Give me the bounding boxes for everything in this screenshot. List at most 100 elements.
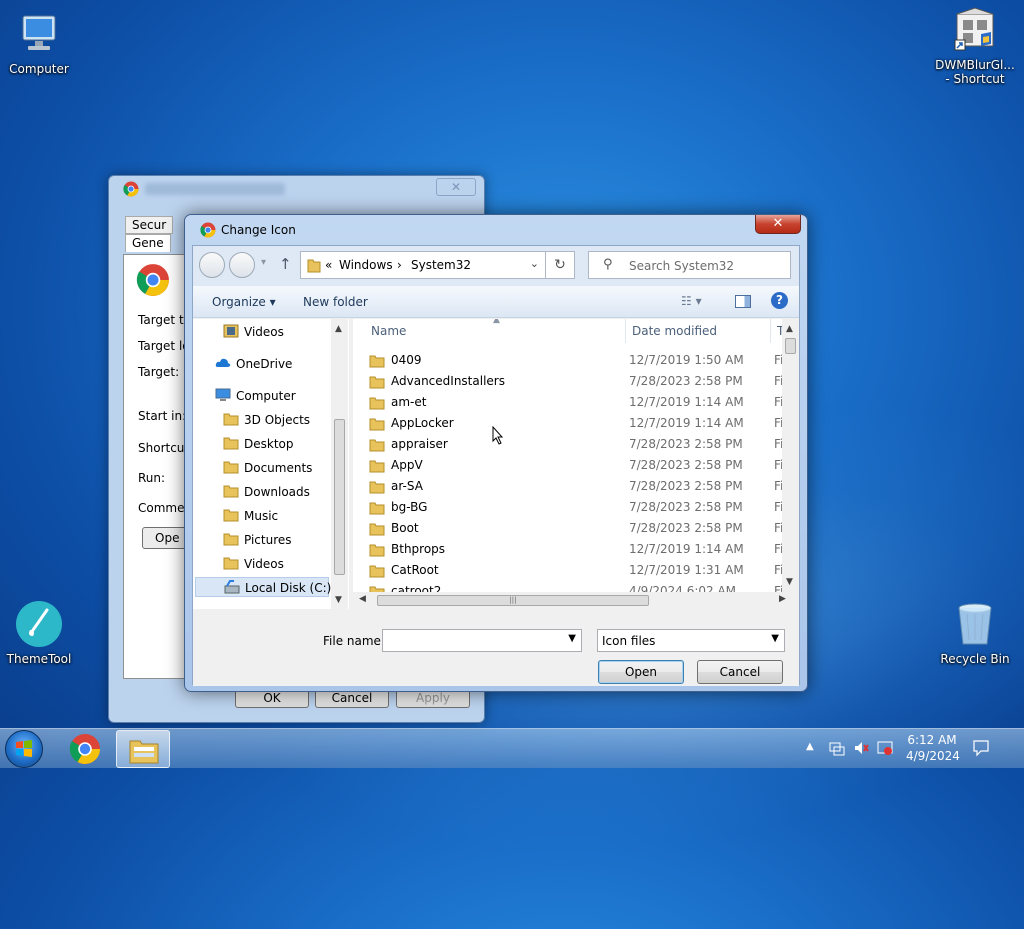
nav-scroll-thumb[interactable] bbox=[334, 419, 345, 575]
file-date: 7/28/2023 2:58 PM bbox=[629, 458, 743, 472]
search-placeholder: Search System32 bbox=[629, 259, 735, 273]
taskbar-chrome[interactable] bbox=[58, 730, 112, 768]
column-header-date[interactable]: Date modified bbox=[632, 319, 717, 343]
file-row[interactable]: appraiser 7/28/2023 2:58 PM Fi bbox=[353, 434, 783, 455]
back-button[interactable] bbox=[199, 252, 225, 278]
tab-security[interactable]: Secur bbox=[125, 216, 174, 234]
file-row[interactable]: AdvancedInstallers 7/28/2023 2:58 PM Fi bbox=[353, 371, 783, 392]
file-row[interactable]: ar-SA 7/28/2023 2:58 PM Fi bbox=[353, 476, 783, 497]
file-hscroll-thumb[interactable]: ||| bbox=[377, 595, 649, 606]
run-label: Run: bbox=[138, 471, 166, 485]
nav-item-local-disk[interactable]: Local Disk (C:) bbox=[195, 577, 331, 597]
file-date: 7/28/2023 2:58 PM bbox=[629, 479, 743, 493]
file-horizontal-scrollbar[interactable]: ◀ ||| ▶ bbox=[353, 592, 799, 609]
package-icon bbox=[951, 6, 999, 54]
scroll-up-icon[interactable]: ▲ bbox=[335, 324, 342, 334]
file-row[interactable]: 0409 12/7/2019 1:50 AM Fi bbox=[353, 350, 783, 371]
folder-icon bbox=[369, 354, 385, 368]
file-row[interactable]: am-et 12/7/2019 1:14 AM Fi bbox=[353, 392, 783, 413]
scroll-down-icon[interactable]: ▼ bbox=[786, 577, 793, 587]
view-options-icon[interactable]: ☷ ▾ bbox=[681, 294, 702, 308]
desktop-icon-recycle-bin[interactable]: Recycle Bin bbox=[933, 600, 1017, 666]
desktop-icon-computer[interactable]: Computer bbox=[0, 10, 81, 76]
recent-locations-icon[interactable]: ▾ bbox=[261, 257, 266, 268]
file-row[interactable]: Boot 7/28/2023 2:58 PM Fi bbox=[353, 518, 783, 539]
column-separator[interactable] bbox=[625, 319, 626, 343]
notification-icon[interactable] bbox=[972, 739, 990, 779]
nav-item-documents[interactable]: Documents bbox=[223, 458, 312, 478]
nav-item-onedrive[interactable]: OneDrive bbox=[215, 354, 292, 374]
chevron-down-icon[interactable]: ⌄ bbox=[530, 257, 539, 270]
computer-icon bbox=[15, 10, 63, 58]
desktop-icon-themetool[interactable]: ThemeTool bbox=[0, 600, 81, 666]
action-flag-icon[interactable] bbox=[877, 740, 893, 780]
address-segment-system32[interactable]: System32 bbox=[411, 258, 471, 272]
start-button[interactable] bbox=[5, 730, 43, 768]
scroll-down-icon[interactable]: ▼ bbox=[335, 595, 342, 605]
cancel-button[interactable]: Cancel bbox=[697, 660, 783, 684]
address-bar[interactable]: « Windows › System32 ⌄ bbox=[300, 251, 546, 279]
address-separator[interactable]: › bbox=[397, 258, 402, 272]
volume-muted-icon[interactable] bbox=[853, 740, 869, 780]
close-button[interactable]: ✕ bbox=[755, 215, 801, 234]
network-icon[interactable] bbox=[829, 740, 845, 780]
preview-pane-icon[interactable] bbox=[735, 295, 751, 308]
desktop-icon-label: Recycle Bin bbox=[940, 652, 1010, 666]
system-clock[interactable]: 6:12 AM 4/9/2024 bbox=[906, 732, 960, 764]
folder-icon bbox=[223, 556, 239, 570]
file-name: Bthprops bbox=[391, 542, 446, 556]
nav-item-desktop[interactable]: Desktop bbox=[223, 434, 294, 454]
nav-item-music[interactable]: Music bbox=[223, 506, 278, 526]
desktop-icon-label: ThemeTool bbox=[6, 652, 72, 666]
folder-icon bbox=[369, 396, 385, 410]
folder-icon bbox=[369, 543, 385, 557]
nav-item-3d-objects[interactable]: 3D Objects bbox=[223, 410, 310, 430]
up-arrow-icon[interactable]: ↑ bbox=[279, 255, 292, 273]
file-date: 7/28/2023 2:58 PM bbox=[629, 521, 743, 535]
search-box[interactable]: ⚲ Search System32 bbox=[588, 251, 791, 279]
file-row[interactable]: Bthprops 12/7/2019 1:14 AM Fi bbox=[353, 539, 783, 560]
file-row[interactable]: CatRoot 12/7/2019 1:31 AM Fi bbox=[353, 560, 783, 581]
taskbar-explorer[interactable] bbox=[116, 730, 170, 768]
file-type-select[interactable]: Icon files ▼ bbox=[597, 629, 785, 652]
windows-logo-icon bbox=[16, 740, 32, 757]
open-button[interactable]: Open bbox=[598, 660, 684, 684]
folder-icon bbox=[223, 412, 239, 426]
forward-button[interactable] bbox=[229, 252, 255, 278]
address-overflow-icon[interactable]: « bbox=[325, 258, 332, 272]
chevron-down-icon[interactable]: ▼ bbox=[568, 633, 576, 644]
nav-item-computer[interactable]: Computer bbox=[215, 386, 296, 406]
file-row[interactable]: AppV 7/28/2023 2:58 PM Fi bbox=[353, 455, 783, 476]
nav-scrollbar[interactable]: ▲ ▼ bbox=[331, 319, 348, 609]
file-vertical-scrollbar[interactable]: ▲ ▼ bbox=[782, 319, 799, 592]
column-separator[interactable] bbox=[770, 319, 771, 343]
new-folder-button[interactable]: New folder bbox=[303, 295, 368, 309]
help-icon[interactable]: ? bbox=[771, 292, 788, 309]
folder-icon bbox=[369, 501, 385, 515]
nav-item-videos[interactable]: Videos bbox=[223, 322, 284, 342]
scroll-right-icon[interactable]: ▶ bbox=[779, 594, 786, 604]
folder-icon bbox=[223, 484, 239, 498]
nav-label: Documents bbox=[244, 461, 313, 475]
column-header-name[interactable]: Name bbox=[371, 319, 406, 343]
show-hidden-icons-icon[interactable]: ▲ bbox=[806, 741, 814, 781]
file-scroll-thumb[interactable] bbox=[785, 338, 796, 354]
tab-general[interactable]: Gene bbox=[125, 234, 171, 252]
file-name-input[interactable]: ▼ bbox=[382, 629, 582, 652]
file-row[interactable]: bg-BG 7/28/2023 2:58 PM Fi bbox=[353, 497, 783, 518]
chevron-down-icon[interactable]: ▼ bbox=[771, 633, 779, 644]
scroll-up-icon[interactable]: ▲ bbox=[786, 324, 793, 334]
folder-icon bbox=[369, 564, 385, 578]
properties-close-button[interactable]: ✕ bbox=[436, 178, 476, 196]
organize-button[interactable]: Organize ▾ bbox=[212, 295, 276, 309]
nav-item-downloads[interactable]: Downloads bbox=[223, 482, 310, 502]
scroll-left-icon[interactable]: ◀ bbox=[359, 594, 366, 604]
nav-item-pictures[interactable]: Pictures bbox=[223, 530, 292, 550]
nav-item-videos-2[interactable]: Videos bbox=[223, 554, 284, 574]
target-type-label: Target ty bbox=[138, 313, 191, 327]
file-row[interactable]: AppLocker 12/7/2019 1:14 AM Fi bbox=[353, 413, 783, 434]
address-segment-windows[interactable]: Windows bbox=[339, 258, 393, 272]
desktop-icon-dwm-shortcut[interactable]: DWMBlurGl... - Shortcut bbox=[933, 6, 1017, 86]
video-icon bbox=[223, 324, 239, 338]
refresh-button[interactable]: ↻ bbox=[546, 251, 575, 279]
